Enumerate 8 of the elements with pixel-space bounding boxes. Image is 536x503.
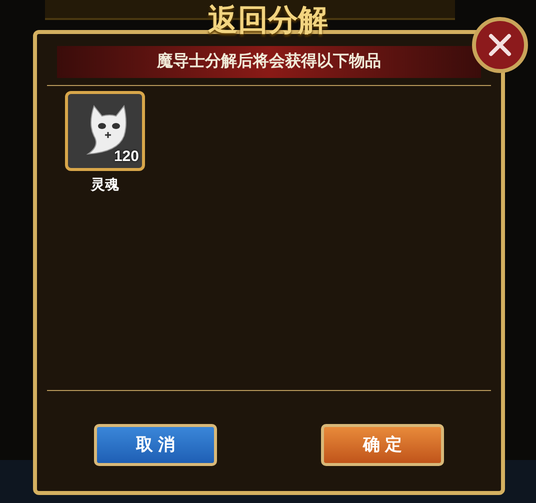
item-count: 120 (114, 146, 139, 166)
dialog-subtitle: 魔导士分解后将会获得以下物品 (157, 51, 381, 72)
dialog-title: 返回分解 (207, 3, 329, 39)
cancel-button[interactable]: 取 消 (94, 424, 217, 466)
item-slot[interactable]: 120 (65, 91, 145, 171)
confirm-button[interactable]: 确 定 (321, 424, 444, 466)
close-icon (488, 33, 512, 57)
item-name: 灵魂 (91, 175, 119, 194)
